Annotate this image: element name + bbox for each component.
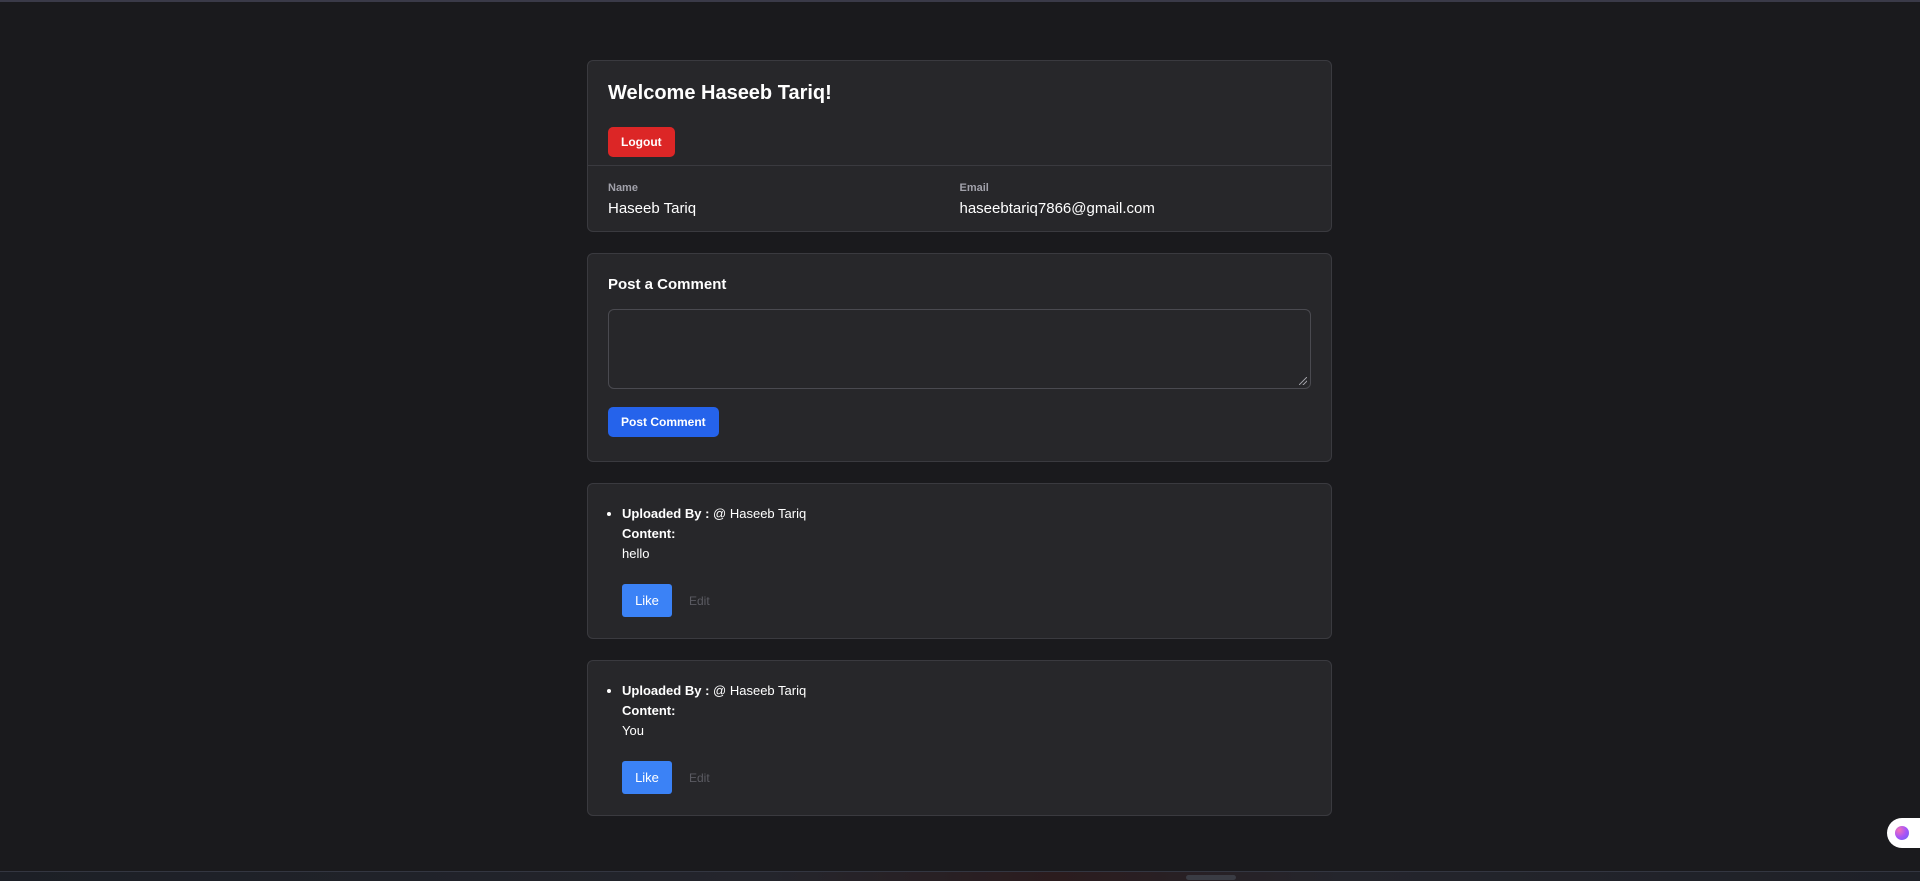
comment-item: Uploaded By : @ Haseeb Tariq Content: Yo… xyxy=(587,660,1332,816)
content-label: Content: xyxy=(622,703,676,718)
like-button[interactable]: Like xyxy=(622,584,672,617)
profile-info: Name Haseeb Tariq Email haseebtariq7866@… xyxy=(588,166,1331,231)
uploaded-by-label: Uploaded By : xyxy=(622,506,710,521)
post-comment-button[interactable]: Post Comment xyxy=(608,407,719,437)
comment-actions: Like Edit xyxy=(622,761,1311,794)
comment-author: @ Haseeb Tariq xyxy=(713,506,807,521)
brain-icon xyxy=(1895,826,1909,840)
comment-textarea[interactable] xyxy=(608,309,1311,389)
comment-list: Uploaded By : @ Haseeb Tariq Content: he… xyxy=(608,504,1311,617)
content-label: Content: xyxy=(622,526,676,541)
post-comment-card: Post a Comment Post Comment xyxy=(587,253,1332,462)
comment-list: Uploaded By : @ Haseeb Tariq Content: Yo… xyxy=(608,681,1311,794)
uploaded-by-label: Uploaded By : xyxy=(622,683,710,698)
comment-content: hello xyxy=(622,546,650,561)
edit-button[interactable]: Edit xyxy=(689,768,710,788)
name-value: Haseeb Tariq xyxy=(608,200,697,217)
name-field: Name Haseeb Tariq xyxy=(608,182,960,217)
email-label: Email xyxy=(959,182,989,194)
like-button[interactable]: Like xyxy=(622,761,672,794)
profile-header: Welcome Haseeb Tariq! Logout xyxy=(588,61,1331,166)
name-label: Name xyxy=(608,182,638,194)
comment-actions: Like Edit xyxy=(622,584,1311,617)
window-top-border xyxy=(0,0,1920,2)
edit-button[interactable]: Edit xyxy=(689,591,710,611)
list-item: Uploaded By : @ Haseeb Tariq Content: he… xyxy=(622,504,1311,617)
post-comment-title: Post a Comment xyxy=(608,276,727,293)
comment-content: You xyxy=(622,723,644,738)
resize-handle-icon[interactable] xyxy=(1299,377,1307,385)
email-value: haseebtariq7866@gmail.com xyxy=(959,200,1155,217)
taskbar-handle xyxy=(1186,875,1236,880)
profile-card: Welcome Haseeb Tariq! Logout Name Haseeb… xyxy=(587,60,1332,232)
list-item: Uploaded By : @ Haseeb Tariq Content: Yo… xyxy=(622,681,1311,794)
email-field: Email haseebtariq7866@gmail.com xyxy=(960,182,1312,217)
comment-item: Uploaded By : @ Haseeb Tariq Content: he… xyxy=(587,483,1332,639)
logout-button[interactable]: Logout xyxy=(608,127,675,157)
welcome-heading: Welcome Haseeb Tariq! xyxy=(608,82,832,104)
assistant-floating-button[interactable] xyxy=(1887,818,1920,848)
comment-author: @ Haseeb Tariq xyxy=(713,683,807,698)
main-content: Welcome Haseeb Tariq! Logout Name Haseeb… xyxy=(587,60,1332,837)
